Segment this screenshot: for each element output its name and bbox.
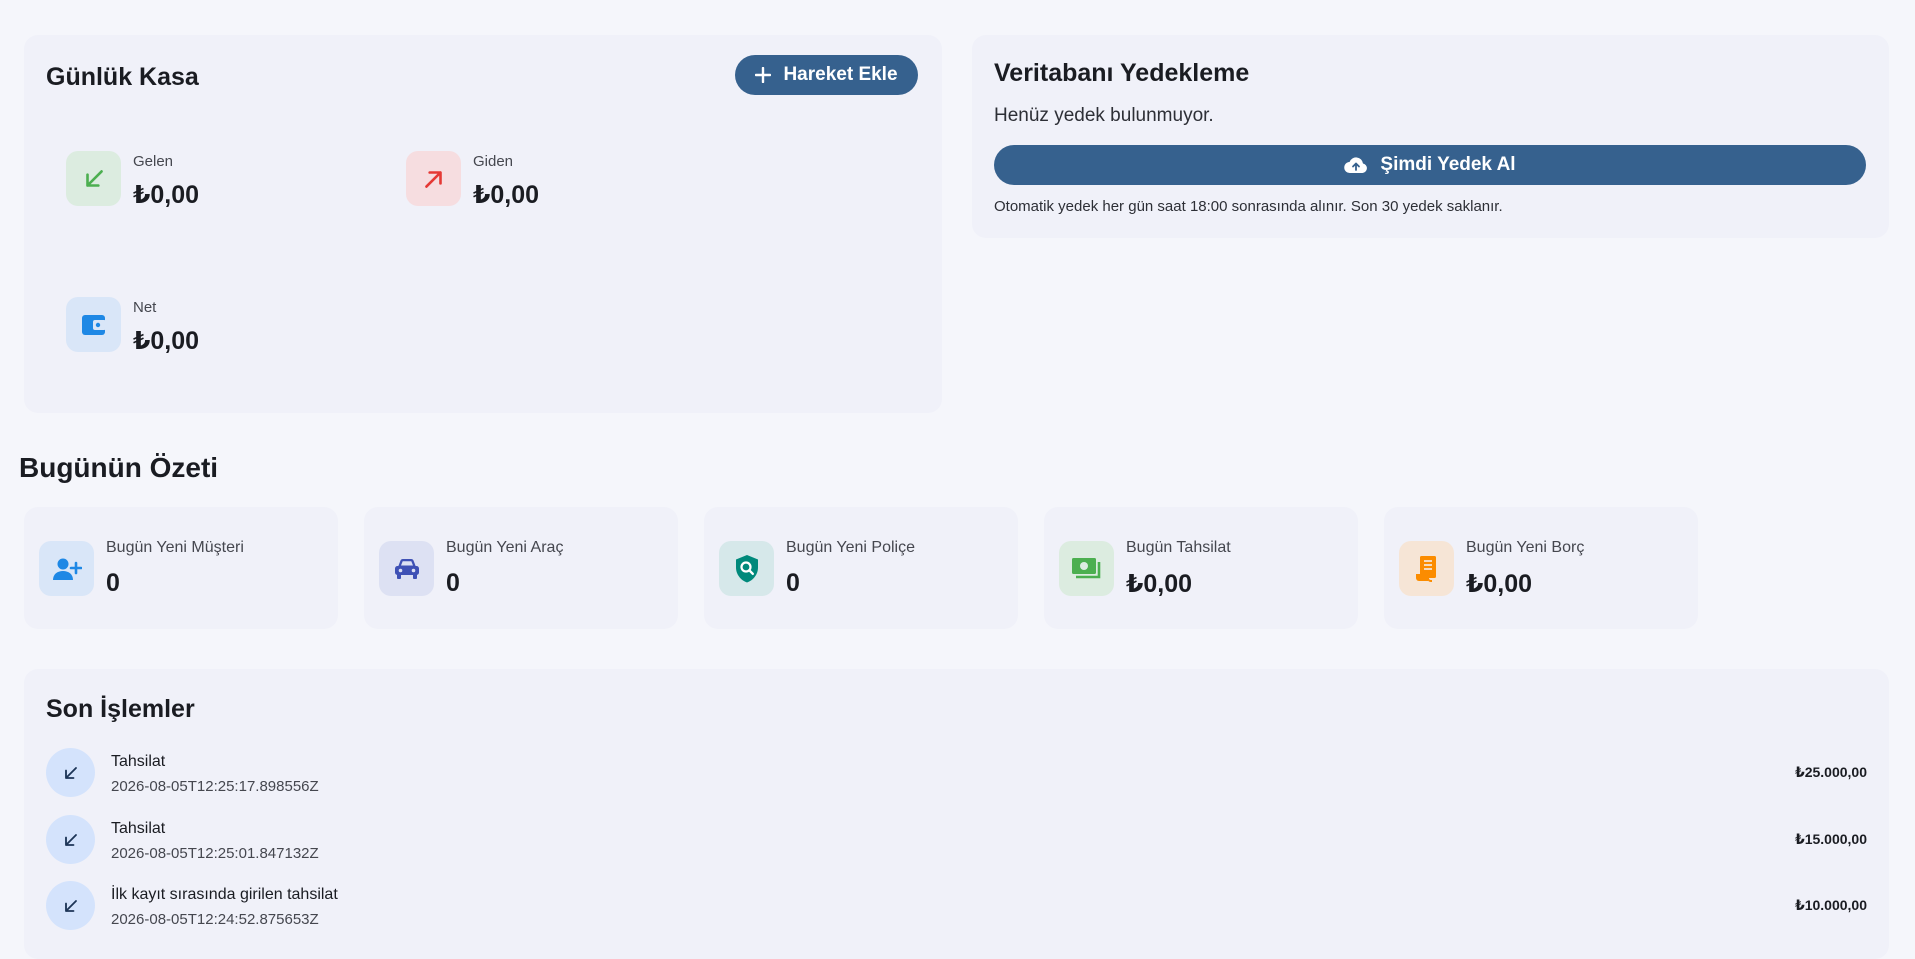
expense-value: ₺0,00 [473, 181, 540, 209]
transaction-amount: ₺15.000,00 [1794, 831, 1867, 847]
arrow-down-left-icon [66, 151, 121, 206]
expense-label: Giden [473, 153, 514, 170]
summary-label: Bugün Yeni Borç [1466, 539, 1585, 556]
summary-label: Bugün Yeni Müşteri [106, 539, 244, 556]
backup-now-button[interactable]: Şimdi Yedek Al [994, 145, 1866, 185]
transaction-title: İlk kayıt sırasında girilen tahsilat [111, 886, 338, 903]
arrow-down-left-icon [46, 748, 95, 797]
transaction-time: 2026-08-05T12:25:01.847132Z [111, 845, 319, 862]
summary-card-new-debt: Bugün Yeni Borç ₺0,00 [1384, 507, 1698, 629]
person-add-icon [39, 541, 94, 596]
plus-icon [755, 67, 772, 83]
summary-label: Bugün Tahsilat [1126, 539, 1231, 556]
summary-card-today-collection: Bugün Tahsilat ₺0,00 [1044, 507, 1358, 629]
income-stat: Gelen ₺0,00 [66, 151, 199, 210]
recent-transactions-card: Son İşlemler Tahsilat 2026-08-05T12:25:1… [24, 669, 1889, 959]
income-value: ₺0,00 [133, 181, 200, 209]
daily-cash-title: Günlük Kasa [46, 63, 199, 91]
database-backup-card: Veritabanı Yedekleme Henüz yedek bulunmu… [972, 35, 1889, 238]
summary-label: Bugün Yeni Araç [446, 539, 564, 556]
backup-title: Veritabanı Yedekleme [994, 59, 1250, 87]
summary-value: 0 [446, 569, 460, 597]
transaction-title: Tahsilat [111, 820, 166, 837]
backup-now-label: Şimdi Yedek Al [1380, 154, 1516, 175]
net-value: ₺0,00 [133, 327, 200, 355]
summary-value: ₺0,00 [1466, 570, 1533, 598]
net-label: Net [133, 299, 157, 316]
summary-card-new-vehicle: Bugün Yeni Araç 0 [364, 507, 678, 629]
add-movement-label: Hareket Ekle [783, 64, 898, 85]
summary-card-new-customer: Bugün Yeni Müşteri 0 [24, 507, 338, 629]
arrow-up-right-icon [406, 151, 461, 206]
daily-cash-card: Günlük Kasa Hareket Ekle Gelen ₺0,00 Gid… [24, 35, 942, 413]
summary-value: 0 [786, 569, 800, 597]
summary-value: 0 [106, 569, 120, 597]
add-movement-button[interactable]: Hareket Ekle [735, 55, 918, 95]
income-label: Gelen [133, 153, 174, 170]
transaction-amount: ₺10.000,00 [1794, 897, 1867, 913]
transaction-amount: ₺25.000,00 [1794, 764, 1867, 780]
car-icon [379, 541, 434, 596]
policy-shield-icon [719, 541, 774, 596]
arrow-down-left-icon [46, 881, 95, 930]
arrow-down-left-icon [46, 815, 95, 864]
transaction-row[interactable]: Tahsilat 2026-08-05T12:25:01.847132Z ₺15… [46, 815, 1867, 867]
summary-label: Bugün Yeni Poliçe [786, 539, 915, 556]
transaction-row[interactable]: İlk kayıt sırasında girilen tahsilat 202… [46, 881, 1867, 933]
transaction-title: Tahsilat [111, 753, 166, 770]
cash-icon [1059, 541, 1114, 596]
transaction-time: 2026-08-05T12:24:52.875653Z [111, 911, 319, 928]
receipt-icon [1399, 541, 1454, 596]
summary-card-new-policy: Bugün Yeni Poliçe 0 [704, 507, 1018, 629]
net-stat: Net ₺0,00 [66, 297, 199, 356]
summary-value: ₺0,00 [1126, 570, 1193, 598]
wallet-icon [66, 297, 121, 352]
transaction-time: 2026-08-05T12:25:17.898556Z [111, 778, 319, 795]
backup-empty-text: Henüz yedek bulunmuyor. [994, 105, 1214, 126]
today-summary-title: Bugünün Özeti [19, 452, 219, 483]
transaction-row[interactable]: Tahsilat 2026-08-05T12:25:17.898556Z ₺25… [46, 748, 1867, 800]
cloud-upload-icon [1344, 157, 1368, 174]
recent-transactions-title: Son İşlemler [46, 695, 195, 723]
backup-note: Otomatik yedek her gün saat 18:00 sonras… [994, 198, 1503, 215]
expense-stat: Giden ₺0,00 [406, 151, 539, 210]
